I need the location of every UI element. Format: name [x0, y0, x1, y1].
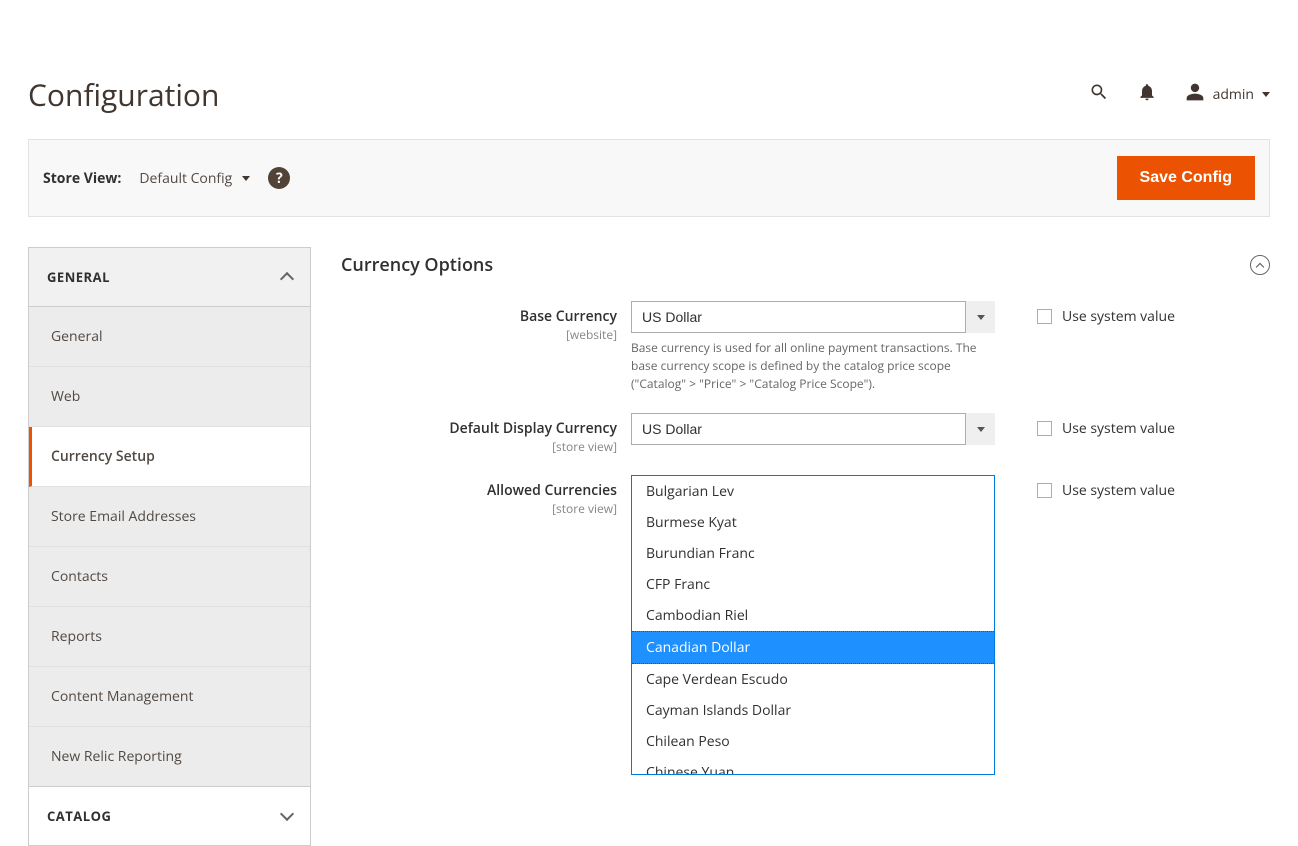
currency-option[interactable]: CFP Franc [632, 569, 994, 600]
chevron-down-icon [280, 807, 294, 821]
sidebar-item-contacts[interactable]: Contacts [29, 547, 310, 607]
help-icon[interactable]: ? [268, 167, 290, 189]
sidebar-section-title: CATALOG [47, 807, 111, 825]
sidebar-item-general[interactable]: General [29, 307, 310, 367]
field-scope: [website] [341, 326, 617, 343]
sidebar-item-currency-setup[interactable]: Currency Setup [29, 427, 310, 487]
store-view-switcher[interactable]: Default Config [139, 169, 250, 188]
field-scope: [store view] [341, 438, 617, 455]
page-title: Configuration [28, 74, 219, 115]
currency-option[interactable]: Burmese Kyat [632, 507, 994, 538]
search-icon[interactable] [1089, 82, 1109, 107]
caret-down-icon [1262, 92, 1270, 97]
use-system-value-checkbox[interactable] [1037, 309, 1052, 324]
save-config-button[interactable]: Save Config [1117, 156, 1255, 200]
use-system-value-label: Use system value [1062, 307, 1175, 326]
sidebar-section-general[interactable]: GENERAL [28, 247, 311, 307]
collapse-section-button[interactable] [1250, 255, 1270, 275]
currency-option[interactable]: Cambodian Riel [632, 600, 994, 631]
user-icon [1185, 82, 1205, 107]
field-scope: [store view] [341, 500, 617, 517]
user-menu[interactable]: admin [1185, 82, 1270, 107]
use-system-value-label: Use system value [1062, 481, 1175, 500]
sidebar-section-catalog[interactable]: CATALOG [28, 786, 311, 846]
store-view-value: Default Config [139, 169, 232, 188]
sidebar-item-new-relic-reporting[interactable]: New Relic Reporting [29, 727, 310, 786]
sidebar-section-title: GENERAL [47, 268, 110, 286]
currency-option[interactable]: Bulgarian Lev [632, 476, 994, 507]
currency-option[interactable]: Cayman Islands Dollar [632, 695, 994, 726]
currency-option[interactable]: Chilean Peso [632, 726, 994, 757]
caret-down-icon [242, 176, 250, 181]
field-label-base-currency: Base Currency [341, 307, 617, 326]
section-title: Currency Options [341, 253, 493, 277]
currency-option[interactable]: Chinese Yuan [632, 757, 994, 775]
use-system-value-label: Use system value [1062, 419, 1175, 438]
currency-option[interactable]: Burundian Franc [632, 538, 994, 569]
use-system-value-checkbox[interactable] [1037, 483, 1052, 498]
field-label-default-display-currency: Default Display Currency [341, 419, 617, 438]
store-view-label: Store View: [43, 169, 121, 188]
field-note: Base currency is used for all online pay… [631, 339, 995, 393]
base-currency-select[interactable] [631, 301, 995, 333]
sidebar-item-web[interactable]: Web [29, 367, 310, 427]
notifications-icon[interactable] [1137, 82, 1157, 107]
currency-option[interactable]: Cape Verdean Escudo [632, 664, 994, 695]
allowed-currencies-multiselect[interactable]: Bulgarian LevBurmese KyatBurundian Franc… [631, 475, 995, 775]
default-display-currency-select[interactable] [631, 413, 995, 445]
chevron-up-icon [1256, 262, 1264, 270]
chevron-up-icon [280, 272, 294, 286]
sidebar-item-content-management[interactable]: Content Management [29, 667, 310, 727]
field-label-allowed-currencies: Allowed Currencies [341, 481, 617, 500]
user-label: admin [1213, 85, 1254, 104]
sidebar-item-store-email-addresses[interactable]: Store Email Addresses [29, 487, 310, 547]
sidebar-item-reports[interactable]: Reports [29, 607, 310, 667]
use-system-value-checkbox[interactable] [1037, 421, 1052, 436]
currency-option[interactable]: Canadian Dollar [632, 631, 994, 664]
